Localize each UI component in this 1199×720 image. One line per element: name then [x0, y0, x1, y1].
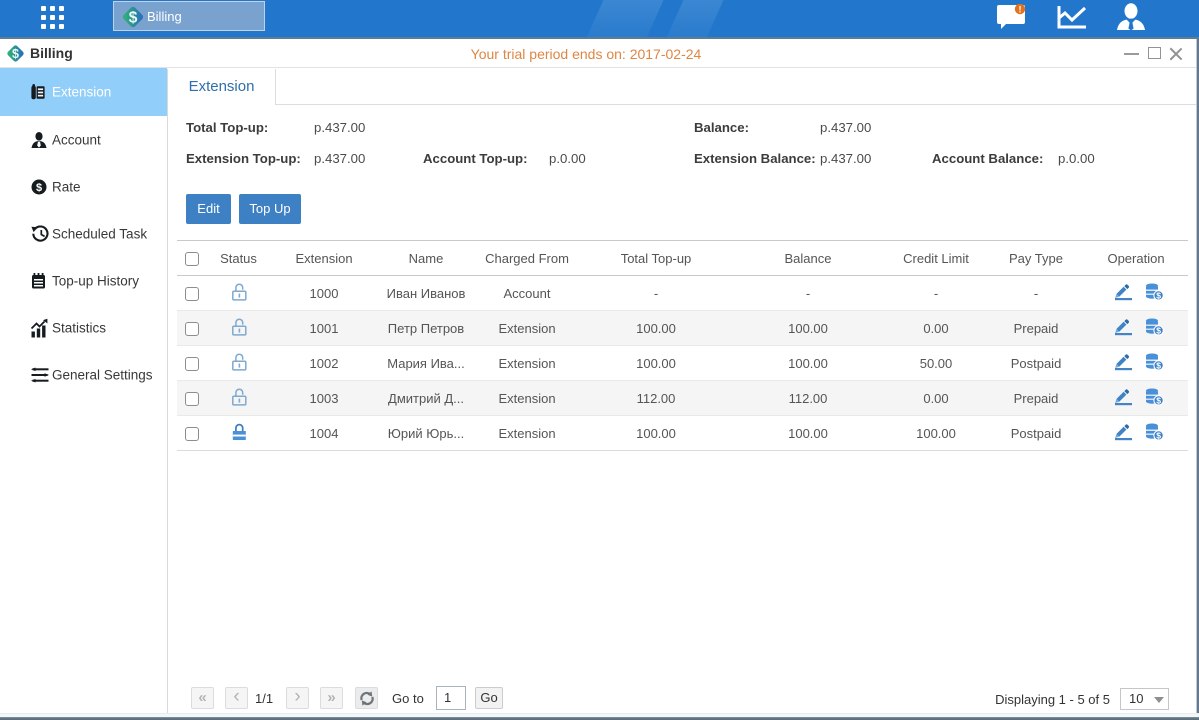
svg-text:$: $	[1156, 395, 1161, 405]
svg-text:!: !	[1019, 5, 1022, 15]
svg-text:$: $	[1156, 325, 1161, 335]
svg-text:$: $	[1156, 290, 1161, 300]
svg-text:$: $	[1156, 430, 1161, 440]
svg-text:$: $	[36, 182, 42, 194]
svg-text:$: $	[1156, 360, 1161, 370]
svg-text:$: $	[129, 10, 138, 27]
